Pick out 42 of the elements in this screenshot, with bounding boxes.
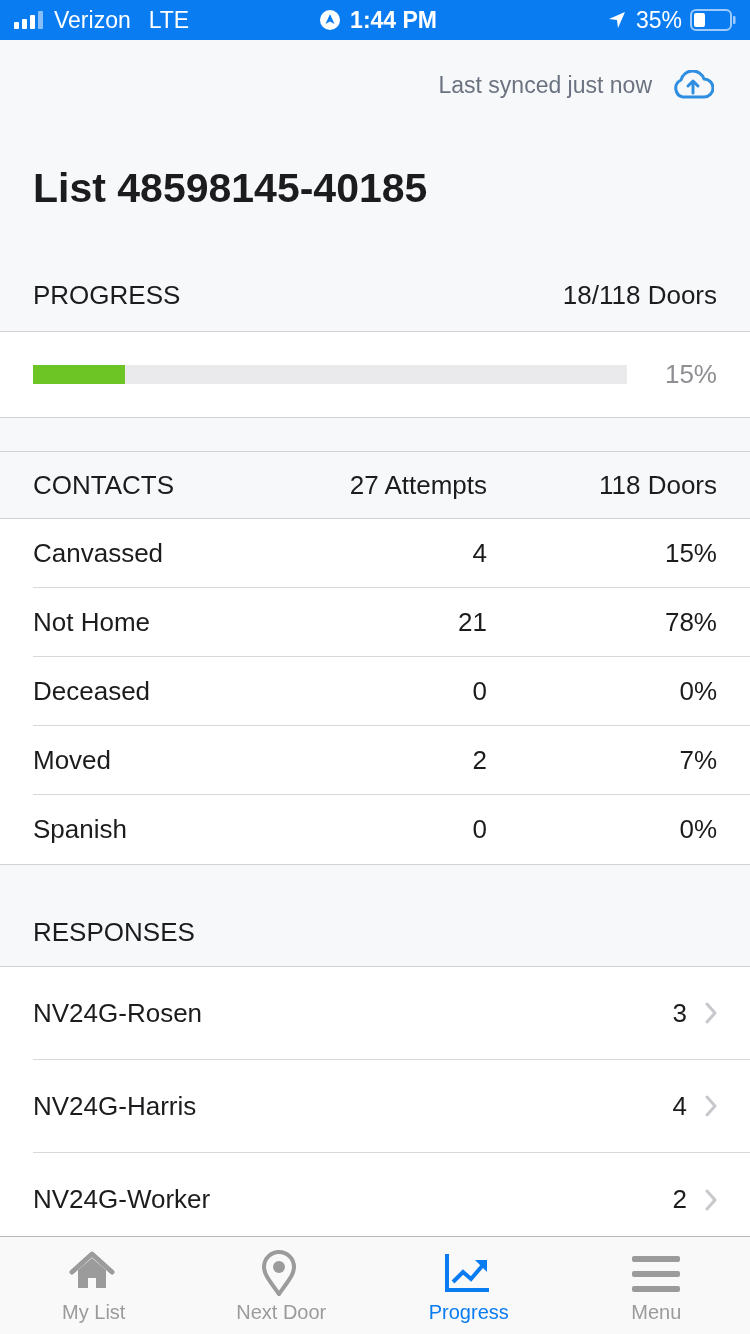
tab[interactable]: Menu — [562, 1237, 750, 1334]
contact-count: 4 — [471, 536, 487, 570]
signal-icon — [14, 11, 46, 29]
battery-percent: 35% — [635, 5, 682, 35]
contact-category: Spanish — [33, 813, 128, 846]
battery-icon — [690, 9, 736, 31]
location-arrow-icon — [607, 11, 626, 29]
contact-category: Not Home — [33, 605, 152, 639]
contact-count: 2 — [471, 743, 487, 777]
cloud-upload-icon[interactable] — [672, 70, 714, 100]
network-type: LTE — [148, 5, 190, 35]
response-row[interactable]: NV24G-Harris 4 — [33, 1060, 750, 1153]
list-title: List 48598145-40185 — [33, 164, 428, 213]
tab[interactable]: My List — [0, 1237, 188, 1334]
attempts-header: 27 Attempts — [348, 468, 487, 502]
contact-percent: 15% — [663, 536, 717, 570]
doors-header: 118 Doors — [597, 468, 717, 502]
progress-percent: 15% — [664, 358, 717, 391]
contact-category: Canvassed — [33, 536, 165, 570]
contact-count: 21 — [457, 605, 487, 639]
chevron-right-icon — [705, 1188, 717, 1211]
contact-percent: 78% — [663, 605, 717, 639]
carrier-name: Verizon — [54, 5, 131, 35]
response-row[interactable]: NV24G-Worker 2 — [33, 1153, 750, 1236]
chevron-right-icon — [705, 1095, 717, 1117]
contact-percent: 0% — [678, 813, 717, 846]
contact-count: 0 — [471, 674, 487, 708]
navigation-icon — [320, 10, 341, 30]
section-header: CONTACTS — [33, 468, 176, 502]
contact-category: Deceased — [33, 674, 152, 708]
section-header: PROGRESS — [33, 279, 181, 312]
tab[interactable]: Progress — [375, 1237, 563, 1334]
contact-category: Moved — [33, 743, 113, 777]
contact-percent: 7% — [678, 743, 717, 777]
contact-count: 0 — [471, 813, 487, 846]
contact-percent: 0% — [678, 674, 717, 708]
tab[interactable]: Next Door — [187, 1237, 375, 1334]
section-header: RESPONSES — [33, 916, 195, 949]
clock: 1:44 PM — [350, 5, 438, 35]
chevron-right-icon — [705, 1002, 717, 1024]
response-row[interactable]: NV24G-Rosen 3 — [33, 967, 750, 1060]
sync-status: Last synced just now — [438, 70, 652, 100]
